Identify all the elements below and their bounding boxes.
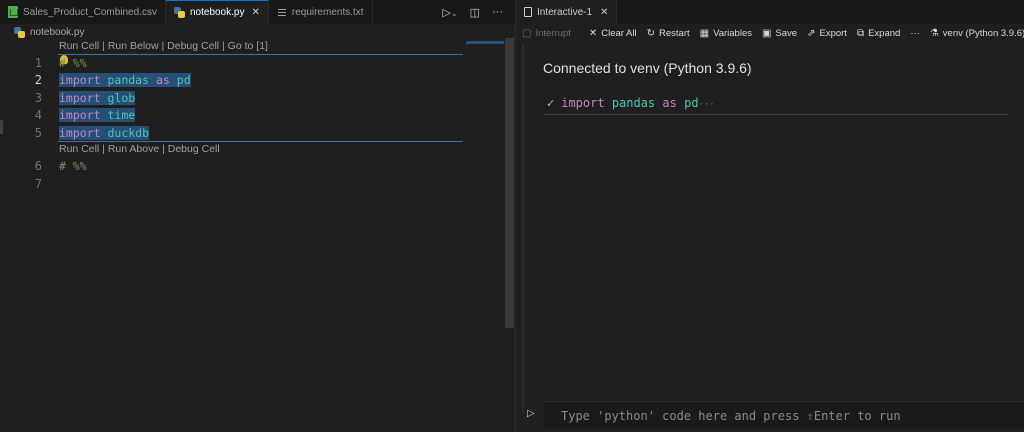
line-number: 7 <box>34 177 42 191</box>
csv-file-icon <box>8 6 18 18</box>
module-name: duckdb <box>107 126 150 140</box>
clear-all-label: Clear All <box>601 27 637 39</box>
document-icon <box>524 7 532 17</box>
editor-group: Sales_Product_Combined.csv notebook.py ✕… <box>0 0 515 432</box>
save-button[interactable]: ▣ Save <box>762 28 797 39</box>
split-editor-icon[interactable]: ◫ <box>470 6 480 19</box>
editor-actions: ▷⌄ ◫ ··· <box>442 0 515 24</box>
input-placeholder: Type 'python' code here and press ⇧Enter… <box>561 409 901 423</box>
keyword: import <box>59 108 101 122</box>
module-name: pandas <box>107 73 150 87</box>
editor-left-edge-marker <box>0 120 3 134</box>
kernel-label: venv (Python 3.9.6) <box>942 27 1024 39</box>
cell-border-bottom <box>58 141 463 142</box>
interactive-toolbar: ▢ Interrupt ✕ Clear All ↻ Restart ▦ Variable… <box>516 24 1024 42</box>
more-actions-icon[interactable]: ··· <box>910 28 920 39</box>
executed-cell[interactable]: ✓ import pandas as pd··· <box>546 96 715 110</box>
cell-border-top <box>58 54 463 55</box>
connection-status: Connected to venv (Python 3.9.6) <box>543 60 752 76</box>
keyword: as <box>155 73 170 87</box>
alias-name: pd <box>176 73 191 87</box>
close-icon: ✕ <box>588 27 598 39</box>
line-number: 1 <box>34 56 42 70</box>
tab-requirements-txt[interactable]: requirements.txt <box>269 0 373 24</box>
chevron-down-icon[interactable]: ⌄ <box>451 9 458 18</box>
code-line-5: import duckdb <box>59 126 150 140</box>
keyword: import <box>59 126 101 140</box>
restart-icon: ↻ <box>646 27 655 39</box>
breadcrumb[interactable]: notebook.py <box>14 27 85 38</box>
module-name: time <box>107 108 136 122</box>
line-number: 5 <box>34 126 42 140</box>
keyword: import <box>561 96 605 110</box>
collapsed-ellipsis[interactable]: ··· <box>699 100 715 110</box>
editor-tab-bar: Sales_Product_Combined.csv notebook.py ✕… <box>0 0 515 24</box>
breadcrumb-file[interactable]: notebook.py <box>30 27 85 38</box>
alias-name: pd <box>684 96 699 110</box>
close-icon[interactable]: ✕ <box>251 7 259 18</box>
codelens-bottom[interactable]: Run Cell | Run Above | Debug Cell <box>59 143 220 155</box>
expand-label: Expand <box>868 27 901 39</box>
keyword: as <box>662 96 677 110</box>
module-name: pandas <box>611 96 656 110</box>
line-number: 4 <box>34 108 42 122</box>
interactive-tab-bar: Interactive-1 ✕ <box>516 0 1024 24</box>
module-name: glob <box>107 91 136 105</box>
run-file-icon[interactable]: ▷⌄ <box>442 6 457 19</box>
tab-interactive-1[interactable]: Interactive-1 ✕ <box>516 0 618 24</box>
save-icon: ▣ <box>761 27 772 39</box>
expand-icon: ⧉ <box>856 27 865 39</box>
overview-ruler-mark <box>466 41 504 44</box>
line-number-current: 2 <box>34 73 42 87</box>
check-icon: ✓ <box>546 97 556 110</box>
code-input[interactable]: Type 'python' code here and press ⇧Enter… <box>544 401 1024 428</box>
cell-gutter-bar <box>522 44 524 414</box>
input-bar: ▷ Type 'python' code here and press ⇧Ent… <box>516 399 1024 432</box>
expand-button[interactable]: ⧉ Expand <box>857 28 900 39</box>
more-actions-icon[interactable]: ··· <box>492 6 503 18</box>
code-line-3: import glob <box>59 91 136 105</box>
stop-icon: ▢ <box>522 27 532 39</box>
line-number: 3 <box>34 91 42 105</box>
cell-divider <box>543 114 1008 115</box>
interrupt-button[interactable]: ▢ Interrupt <box>522 28 571 39</box>
keyword: import <box>59 91 101 105</box>
code-editor[interactable]: Run Cell | Run Below | Debug Cell | Go t… <box>0 38 515 432</box>
variables-label: Variables <box>713 27 752 39</box>
restart-label: Restart <box>659 27 690 39</box>
code-line-1: # %% <box>59 56 87 70</box>
kernel-picker[interactable]: ⚗ venv (Python 3.9.6) <box>930 28 1024 39</box>
interactive-window: Interactive-1 ✕ ▢ Interrupt ✕ Clear All ↻ R… <box>516 0 1024 432</box>
tab-notebook-py[interactable]: notebook.py ✕ <box>165 0 269 24</box>
run-icon[interactable]: ▷ <box>527 408 535 419</box>
restart-button[interactable]: ↻ Restart <box>647 28 690 39</box>
tab-label: Interactive-1 <box>537 6 593 18</box>
tab-label: requirements.txt <box>291 6 364 18</box>
tab-label: notebook.py <box>189 7 245 18</box>
variables-icon: ▦ <box>699 27 710 39</box>
tab-label: Sales_Product_Combined.csv <box>23 6 157 18</box>
export-button[interactable]: ⇗ Export <box>807 28 847 39</box>
codelens-top[interactable]: Run Cell | Run Below | Debug Cell | Go t… <box>59 40 268 52</box>
tab-sales-csv[interactable]: Sales_Product_Combined.csv <box>0 0 166 24</box>
code-line-4: import time <box>59 108 136 122</box>
interrupt-label: Interrupt <box>535 27 571 39</box>
flask-icon: ⚗ <box>929 27 939 39</box>
save-label: Save <box>775 27 798 39</box>
export-label: Export <box>819 27 847 39</box>
python-file-icon <box>173 7 185 18</box>
close-icon[interactable]: ✕ <box>600 7 608 18</box>
editor-scrollbar[interactable] <box>505 38 514 328</box>
clear-all-button[interactable]: ✕ Clear All <box>589 28 637 39</box>
text-file-icon <box>277 7 287 18</box>
line-number: 6 <box>34 159 42 173</box>
code-line-6: # %% <box>59 159 87 173</box>
variables-button[interactable]: ▦ Variables <box>700 28 752 39</box>
keyword: import <box>59 73 101 87</box>
python-file-icon <box>14 27 25 38</box>
code-line-2: import pandas as pd <box>59 73 191 87</box>
export-icon: ⇗ <box>807 27 816 39</box>
